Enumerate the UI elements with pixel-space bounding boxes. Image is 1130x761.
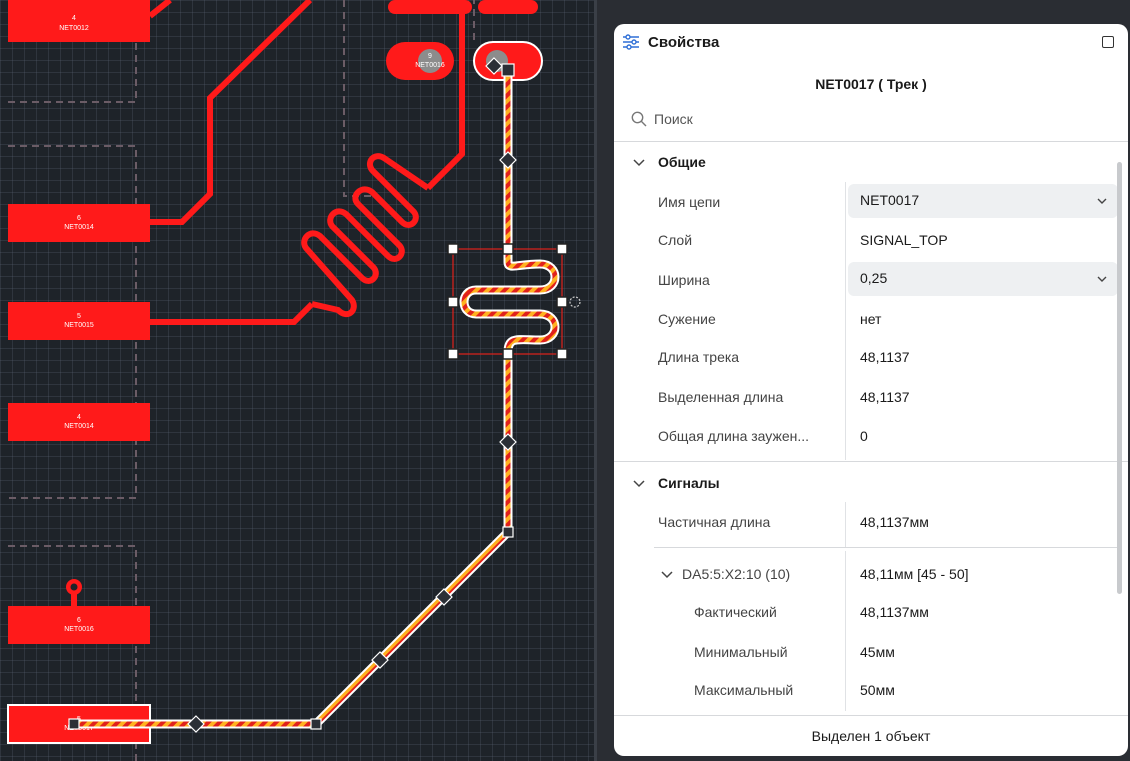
vertex-handle[interactable] [501,63,515,77]
section-title: Общие [658,154,706,170]
width-dropdown[interactable]: 0,25 [848,262,1118,296]
resize-handle[interactable] [556,243,568,255]
signal-name: DA5:5:X2:10 (10) [682,566,791,582]
track-length-value: 48,1137 [860,349,910,365]
pad-net0014-a[interactable] [8,204,150,242]
layer-label: Слой [658,232,693,248]
chevron-down-icon [661,571,673,579]
partial-length-label: Частичная длина [658,514,771,530]
chevron-down-icon [1097,276,1107,282]
pad-label-net: NET0015 [64,322,94,329]
pad-net0016[interactable] [8,606,150,644]
resize-handle[interactable] [502,243,514,255]
column-divider [845,182,846,460]
pad-label-num: 4 [72,15,76,22]
properties-panel: Свойства NET0017 ( Трек ) Общие Имя цепи… [614,24,1128,756]
pad-label-num: 5 [77,313,81,320]
selected-length-value: 48,1137 [860,389,910,405]
partial-length-value: 48,1137мм [860,514,929,530]
actual-value: 48,1137мм [860,604,929,620]
pad-net0015[interactable] [8,302,150,340]
pad-label-net: NET0012 [59,25,89,32]
sliders-icon [623,34,639,50]
max-value: 50мм [860,682,895,698]
net-name-label: Имя цепи [658,194,721,210]
midpoint-handle[interactable] [187,715,205,733]
maximize-icon[interactable] [1102,36,1114,48]
chevron-down-icon [1097,198,1107,204]
taper-label: Сужение [658,311,716,327]
search-icon [631,111,647,127]
pad-label-num: 4 [77,414,81,421]
min-value: 45мм [860,644,895,660]
total-narrow-length-label: Общая длина заужен... [658,428,810,444]
signal-value: 48,11мм [45 - 50] [860,566,969,582]
pad-label-net: NET0014 [64,224,94,231]
pad-top-b[interactable] [478,0,538,14]
pad-label-net: NET0014 [64,423,94,430]
search-input[interactable] [654,108,1094,130]
signal-row-toggle[interactable]: DA5:5:X2:10 (10) [660,564,840,586]
section-title: Сигналы [658,475,720,491]
status-footer: Выделен 1 объект [614,715,1128,756]
net-name-dropdown[interactable]: NET0017 [848,184,1118,218]
pcb-layout[interactable]: 4 NET0012 6 NET0014 5 NET0015 4 NET0014 … [0,0,596,761]
layer-value: SIGNAL_TOP [860,232,948,248]
taper-value: нет [860,311,882,327]
pad-net0014-b[interactable] [8,403,150,441]
pad-label-num: 6 [77,617,81,624]
panel-header: Свойства [614,24,1128,64]
actual-label: Фактический [694,604,777,620]
via-hole [70,583,78,591]
resize-handle[interactable] [447,296,459,308]
pad-label-net: NET0016 [415,62,445,69]
pad-label-net: NET0016 [64,626,94,633]
max-label: Максимальный [694,682,794,698]
pad-net0012[interactable] [8,0,150,42]
net-name-value: NET0017 [860,192,920,208]
selection-count: Выделен 1 объект [811,728,931,744]
chevron-down-icon [633,159,645,167]
resize-handle[interactable] [447,243,459,255]
width-value: 0,25 [860,270,888,286]
resize-handle[interactable] [447,348,459,360]
divider [614,461,1128,462]
panel-title: Свойства [648,34,720,51]
min-label: Минимальный [694,644,788,660]
width-label: Ширина [658,272,710,288]
resize-handle[interactable] [502,348,514,360]
vertex-handle[interactable] [68,718,80,730]
scrollbar[interactable] [1117,162,1122,594]
rotate-handle[interactable] [569,296,581,308]
pad-label-num: 6 [77,215,81,222]
column-divider [845,551,846,711]
midpoint-handle[interactable] [499,433,517,451]
track-length-label: Длина трека [658,349,740,365]
vertex-handle[interactable] [310,718,322,730]
search-bar[interactable] [630,108,1110,132]
selected-length-label: Выделенная длина [658,389,784,405]
pad-label-num: 9 [428,53,432,60]
divider [614,141,1128,142]
resize-handle[interactable] [556,296,568,308]
pcb-canvas[interactable]: 4 NET0012 6 NET0014 5 NET0015 4 NET0014 … [0,0,596,761]
divider [654,547,1118,548]
vertex-handle[interactable] [502,526,514,538]
pad-top-a[interactable] [388,0,472,14]
column-divider [845,502,846,548]
chevron-down-icon [633,480,645,488]
resize-handle[interactable] [556,348,568,360]
total-narrow-length-value: 0 [860,428,868,444]
midpoint-handle[interactable] [499,151,517,169]
selected-object-title: NET0017 ( Трек ) [815,76,927,92]
component-outlines [8,0,475,761]
